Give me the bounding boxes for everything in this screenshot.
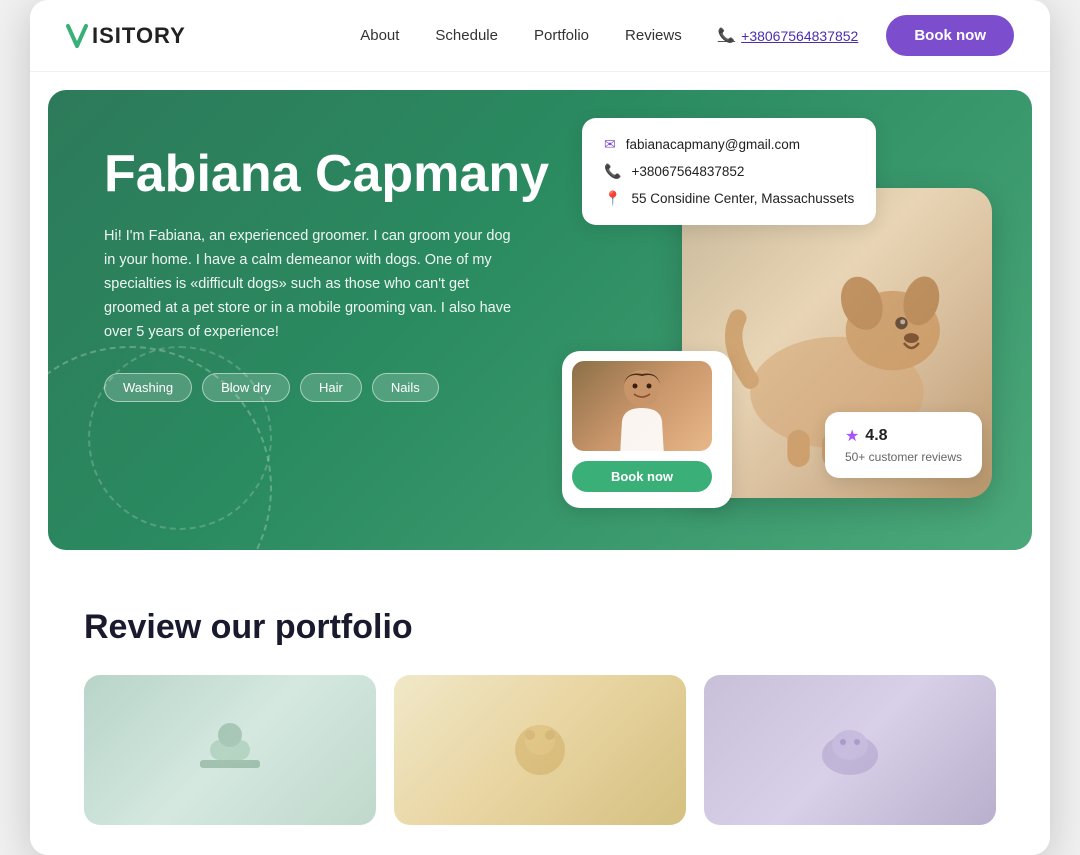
rating-score: 4.8 xyxy=(865,427,887,445)
groomer-photo-person xyxy=(612,366,672,446)
contact-card: ✉ fabianacapmany@gmail.com 📞 +3806756483… xyxy=(582,118,876,225)
thumb-inner-2 xyxy=(394,675,686,825)
portfolio-section: Review our portfolio xyxy=(30,568,1050,855)
groomer-photo xyxy=(572,361,712,451)
contact-phone: +38067564837852 xyxy=(631,164,744,179)
hero-left: Fabiana Capmany Hi! I'm Fabiana, an expe… xyxy=(104,146,584,402)
logo[interactable]: ISITORY xyxy=(66,22,186,50)
nav-about[interactable]: About xyxy=(360,27,399,44)
thumb-2-illustration xyxy=(500,710,580,790)
person-silhouette xyxy=(612,366,672,451)
rating-card: ★ 4.8 50+ customer reviews xyxy=(825,412,982,478)
portfolio-thumb-1[interactable] xyxy=(84,675,376,825)
rating-row: ★ 4.8 xyxy=(845,426,962,446)
hero-name: Fabiana Capmany xyxy=(104,146,584,203)
portfolio-title: Review our portfolio xyxy=(84,608,996,647)
thumb-inner-1 xyxy=(84,675,376,825)
hero-right: ✉ fabianacapmany@gmail.com 📞 +3806756483… xyxy=(562,108,992,538)
thumb-3-illustration xyxy=(810,710,890,790)
portfolio-grid xyxy=(84,675,996,825)
contact-email: fabianacapmany@gmail.com xyxy=(626,137,800,152)
nav-reviews[interactable]: Reviews xyxy=(625,27,682,44)
contact-email-row: ✉ fabianacapmany@gmail.com xyxy=(604,136,854,153)
thumb-1-illustration xyxy=(190,710,270,790)
rating-reviews: 50+ customer reviews xyxy=(845,450,962,464)
portfolio-thumb-3[interactable] xyxy=(704,675,996,825)
logo-text: ISITORY xyxy=(92,23,186,49)
service-tags: Washing Blow dry Hair Nails xyxy=(104,373,584,402)
star-icon: ★ xyxy=(845,426,859,446)
tag-hair[interactable]: Hair xyxy=(300,373,362,402)
location-icon: 📍 xyxy=(604,190,621,207)
nav-portfolio[interactable]: Portfolio xyxy=(534,27,589,44)
nav-phone-link[interactable]: 📞 +38067564837852 xyxy=(718,27,859,44)
groomer-book-button[interactable]: Book now xyxy=(572,461,712,492)
navbar: ISITORY About Schedule Portfolio Reviews… xyxy=(30,0,1050,72)
contact-address-row: 📍 55 Considine Center, Massachussets xyxy=(604,190,854,207)
contact-phone-icon: 📞 xyxy=(604,163,621,180)
hero-section: Fabiana Capmany Hi! I'm Fabiana, an expe… xyxy=(48,90,1032,550)
thumb-inner-3 xyxy=(704,675,996,825)
tag-nails[interactable]: Nails xyxy=(372,373,439,402)
browser-frame: ISITORY About Schedule Portfolio Reviews… xyxy=(30,0,1050,855)
nav-book-button[interactable]: Book now xyxy=(886,15,1014,56)
groomer-card: Book now xyxy=(562,351,732,508)
phone-icon: 📞 xyxy=(718,27,735,44)
portfolio-thumb-2[interactable] xyxy=(394,675,686,825)
nav-schedule[interactable]: Schedule xyxy=(435,27,498,44)
contact-phone-row: 📞 +38067564837852 xyxy=(604,163,854,180)
nav-links: About Schedule Portfolio Reviews xyxy=(360,27,681,45)
email-icon: ✉ xyxy=(604,136,616,153)
logo-icon xyxy=(66,22,88,50)
tag-washing[interactable]: Washing xyxy=(104,373,192,402)
nav-phone-number: +38067564837852 xyxy=(741,28,858,44)
hero-description: Hi! I'm Fabiana, an experienced groomer.… xyxy=(104,225,524,345)
tag-blowdry[interactable]: Blow dry xyxy=(202,373,290,402)
contact-address: 55 Considine Center, Massachussets xyxy=(631,191,854,206)
